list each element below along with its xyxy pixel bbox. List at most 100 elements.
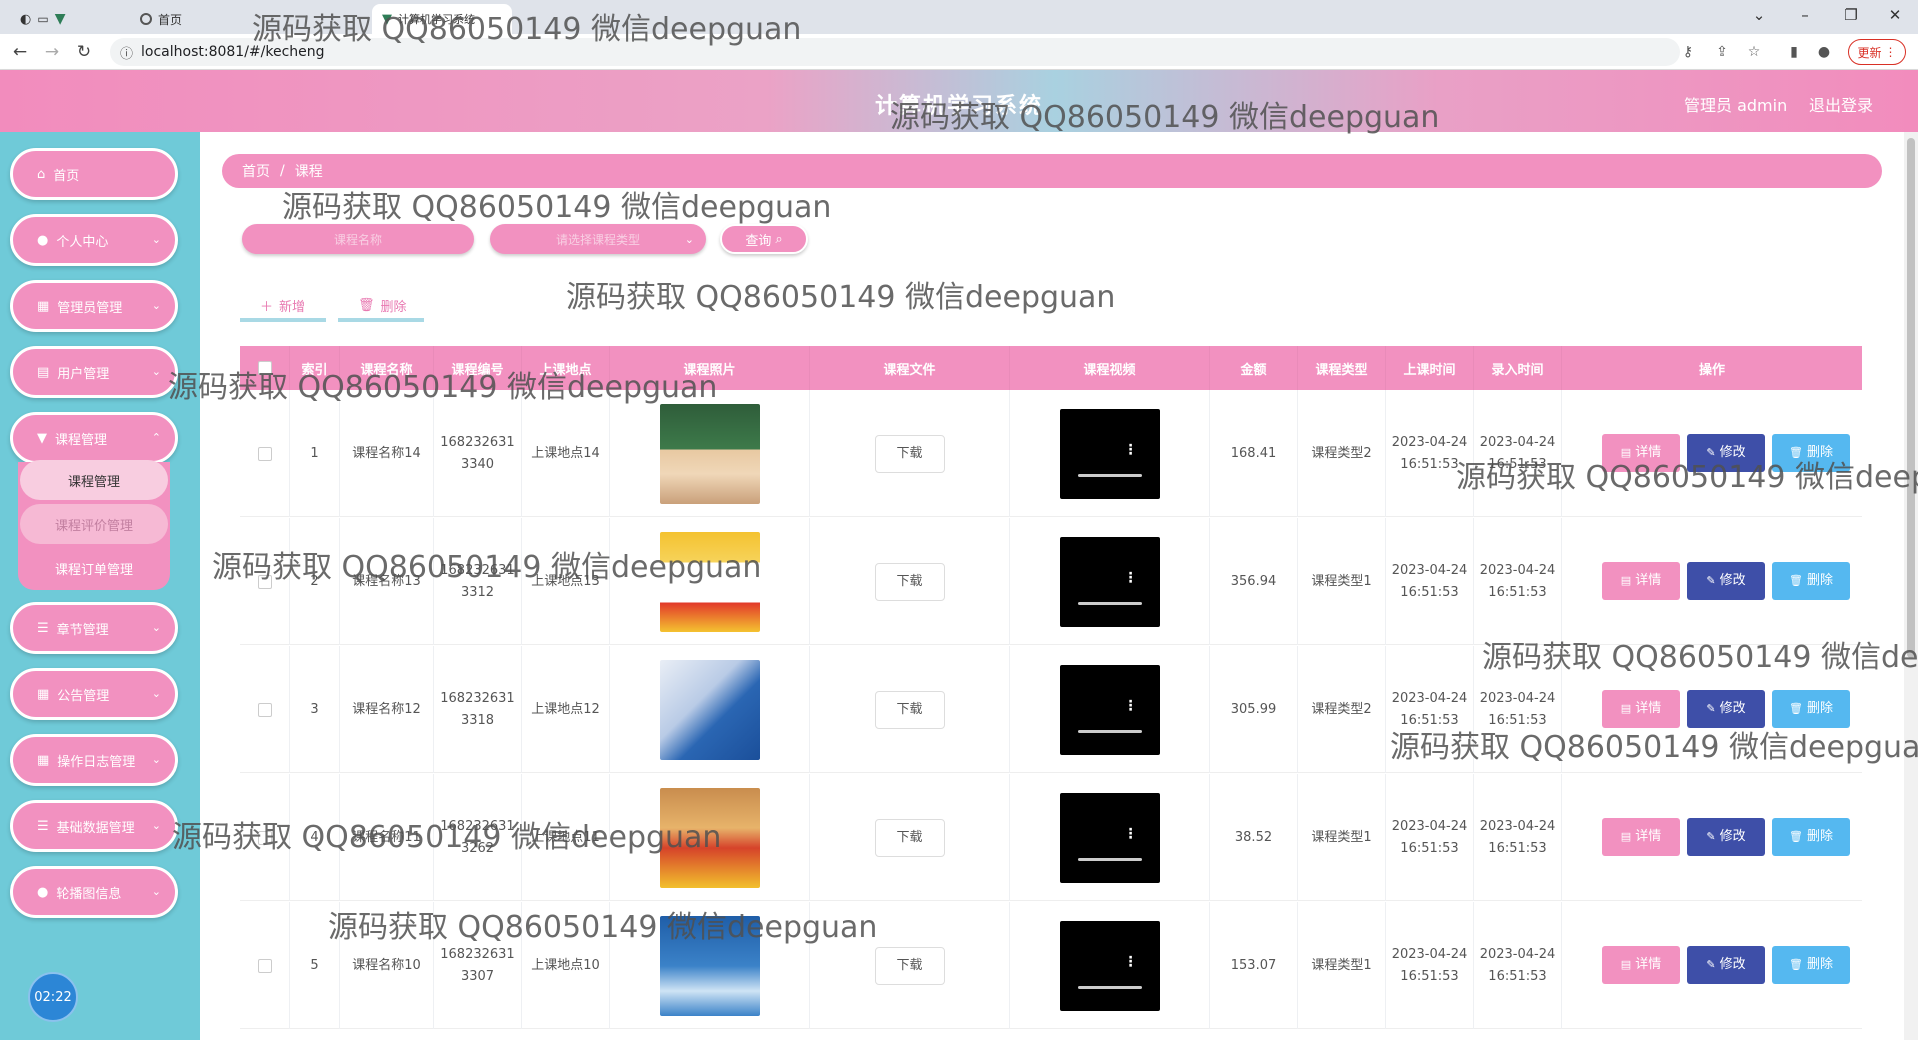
search-button-label: 查询 <box>745 233 772 249</box>
detail-button[interactable]: ▤ 详情 <box>1602 690 1680 728</box>
video-progress-bar[interactable] <box>1077 857 1142 861</box>
video-progress-bar[interactable] <box>1077 473 1142 477</box>
video-menu-icon[interactable]: ⋮ <box>1124 951 1138 973</box>
detail-button[interactable]: ▤ 详情 <box>1602 562 1680 600</box>
video-player[interactable]: ⋮ <box>1059 920 1160 1011</box>
row-checkbox[interactable] <box>257 830 272 845</box>
video-player[interactable]: ⋮ <box>1059 664 1160 755</box>
add-button[interactable]: ＋ 新增 <box>260 290 305 320</box>
vertical-scrollbar[interactable] <box>1904 132 1918 1040</box>
download-button[interactable]: 下载 <box>874 946 945 985</box>
delete-button[interactable]: 🗑 删除 <box>1772 434 1850 472</box>
detail-button[interactable]: ▤ 详情 <box>1602 946 1680 984</box>
th-class-time: 上课时间 <box>1386 346 1474 390</box>
row-checkbox[interactable] <box>257 702 272 717</box>
detail-button[interactable]: ▤ 详情 <box>1602 818 1680 856</box>
sidebar-item-admin[interactable]: ▦ 管理员管理 ⌄ <box>10 280 178 332</box>
submenu-item-course-review[interactable]: 课程评价管理 <box>20 504 168 544</box>
document-icon: ▤ <box>1620 958 1632 971</box>
video-player[interactable]: ⋮ <box>1059 792 1160 883</box>
tab-nav-controls[interactable]: ◐ ▭ ▼ <box>10 4 75 34</box>
share-icon[interactable]: ⇪ <box>1712 42 1732 62</box>
cell-entry-time: 2023-04-24 16:51:53 <box>1474 774 1562 901</box>
back-arrow-icon[interactable]: ← <box>8 40 32 64</box>
sidebar-item-base-data[interactable]: ☰ 基础数据管理 ⌄ <box>10 800 178 852</box>
video-menu-icon[interactable]: ⋮ <box>1124 439 1138 461</box>
update-button[interactable]: 更新 ⋮ <box>1848 39 1906 65</box>
video-progress-bar[interactable] <box>1077 985 1142 989</box>
tab-system-label: 计算机学习系统 <box>398 13 475 26</box>
download-button[interactable]: 下载 <box>874 818 945 857</box>
search-button[interactable]: 查询 ⌕ <box>720 224 808 254</box>
sidebar-item-home[interactable]: ⌂ 首页 <box>10 148 178 200</box>
download-button[interactable]: 下载 <box>874 434 945 473</box>
delete-button[interactable]: 🗑 删除 <box>1772 818 1850 856</box>
delete-button-label: 删除 <box>1806 829 1833 844</box>
course-photo[interactable] <box>659 787 760 888</box>
edit-button[interactable]: ✎ 修改 <box>1687 818 1765 856</box>
reload-icon[interactable]: ↻ <box>72 40 96 64</box>
download-button[interactable]: 下载 <box>874 562 945 601</box>
sidebar-item-courses[interactable]: ▼ 课程管理 ⌃ <box>10 412 178 464</box>
cell-amount: 356.94 <box>1210 518 1298 645</box>
course-photo[interactable] <box>659 915 760 1016</box>
download-button[interactable]: 下载 <box>874 690 945 729</box>
forward-arrow-icon[interactable]: → <box>40 40 64 64</box>
course-photo[interactable] <box>659 531 760 632</box>
scrollbar-thumb[interactable] <box>1907 138 1915 658</box>
video-menu-icon[interactable]: ⋮ <box>1124 695 1138 717</box>
sidebar-item-carousel[interactable]: ● 轮播图信息 ⌄ <box>10 866 178 918</box>
sidebar-item-notices[interactable]: ▦ 公告管理 ⌄ <box>10 668 178 720</box>
select-all-checkbox[interactable] <box>257 361 272 375</box>
row-checkbox[interactable] <box>257 446 272 461</box>
tab-home[interactable]: 首页 <box>130 4 192 34</box>
minimize-icon[interactable]: – <box>1782 0 1828 30</box>
profile-icon[interactable]: ● <box>1814 42 1834 62</box>
sidebar-item-users[interactable]: ▤ 用户管理 ⌄ <box>10 346 178 398</box>
video-progress-bar[interactable] <box>1077 601 1142 605</box>
sidepanel-icon[interactable]: ▮ <box>1784 42 1804 62</box>
edit-button[interactable]: ✎ 修改 <box>1687 946 1765 984</box>
timer-badge[interactable]: 02:22 <box>28 972 78 1022</box>
detail-button[interactable]: ▤ 详情 <box>1602 434 1680 472</box>
star-icon[interactable]: ☆ <box>1744 42 1764 62</box>
address-bar[interactable]: ⓘ localhost:8081/#/kecheng <box>110 38 1680 66</box>
operations-cell: ▤ 详情 ✎ 修改 🗑 删除 <box>1562 646 1862 773</box>
cell-class-time: 2023-04-24 16:51:53 <box>1386 774 1474 901</box>
cell-index: 4 <box>290 774 340 901</box>
course-photo[interactable] <box>659 403 760 504</box>
tab-system[interactable]: ▼ 计算机学习系统 <box>372 4 512 34</box>
row-checkbox[interactable] <box>257 958 272 973</box>
batch-delete-button[interactable]: 🗑 删除 <box>358 290 407 320</box>
row-checkbox[interactable] <box>257 574 272 589</box>
course-type-select[interactable]: 请选择课程类型 ⌄ <box>490 224 706 254</box>
video-menu-icon[interactable]: ⋮ <box>1124 567 1138 589</box>
delete-button[interactable]: 🗑 删除 <box>1772 690 1850 728</box>
logout-link[interactable]: 退出登录 <box>1809 92 1873 116</box>
video-player[interactable]: ⋮ <box>1059 536 1160 627</box>
select-all-cell[interactable] <box>240 346 290 390</box>
breadcrumb-home[interactable]: 首页 <box>242 161 270 181</box>
close-icon[interactable]: ✕ <box>1872 0 1918 30</box>
edit-button[interactable]: ✎ 修改 <box>1687 690 1765 728</box>
tab-search-icon[interactable]: ⌄ <box>1736 0 1782 30</box>
delete-button[interactable]: 🗑 删除 <box>1772 946 1850 984</box>
cell-amount: 305.99 <box>1210 646 1298 773</box>
sidebar-item-logs[interactable]: ▦ 操作日志管理 ⌄ <box>10 734 178 786</box>
course-photo[interactable] <box>659 659 760 760</box>
vue-icon: ▼ <box>54 11 66 27</box>
edit-button[interactable]: ✎ 修改 <box>1687 434 1765 472</box>
course-name-search-input[interactable]: 课程名称 <box>242 224 474 254</box>
sidebar-item-label: 轮播图信息 <box>56 886 122 902</box>
restore-icon[interactable]: ❐ <box>1828 0 1874 30</box>
edit-button[interactable]: ✎ 修改 <box>1687 562 1765 600</box>
video-progress-bar[interactable] <box>1077 729 1142 733</box>
submenu-item-course-manage[interactable]: 课程管理 <box>20 460 168 500</box>
submenu-item-course-order[interactable]: 课程订单管理 <box>20 548 168 588</box>
sidebar-item-chapters[interactable]: ☰ 章节管理 ⌄ <box>10 602 178 654</box>
video-menu-icon[interactable]: ⋮ <box>1124 823 1138 845</box>
video-player[interactable]: ⋮ <box>1059 408 1160 499</box>
sidebar-item-profile[interactable]: ● 个人中心 ⌄ <box>10 214 178 266</box>
key-icon[interactable]: ⚷ <box>1678 42 1698 62</box>
delete-button[interactable]: 🗑 删除 <box>1772 562 1850 600</box>
